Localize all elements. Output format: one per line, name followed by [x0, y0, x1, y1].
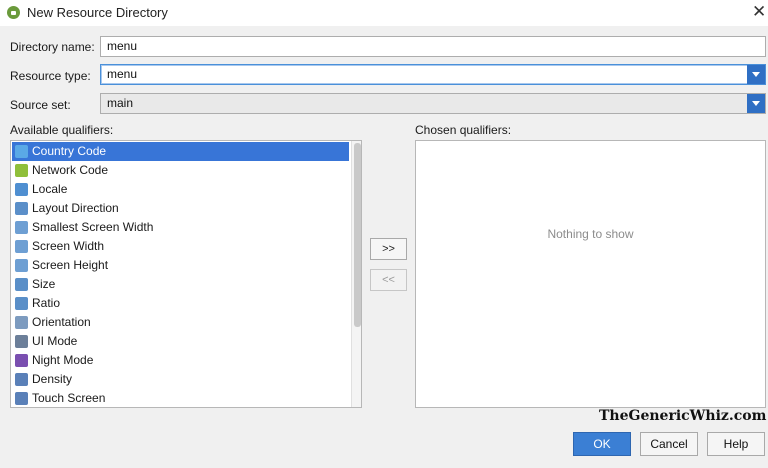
screen-width-icon — [15, 240, 28, 253]
size-icon — [15, 278, 28, 291]
list-item-label: Size — [32, 277, 56, 291]
list-item[interactable]: Layout Direction — [12, 199, 349, 218]
scrollbar-thumb[interactable] — [354, 143, 361, 327]
directory-name-input[interactable]: menu — [100, 36, 766, 57]
list-item-label: Locale — [32, 182, 68, 196]
list-item-label: Density — [32, 372, 73, 386]
list-item[interactable]: Screen Height — [12, 256, 349, 275]
add-qualifier-button[interactable]: >> — [370, 238, 407, 260]
smallest-width-icon — [15, 221, 28, 234]
empty-state-text: Nothing to show — [547, 227, 634, 241]
close-icon[interactable]: ✕ — [752, 2, 766, 22]
watermark-text: TheGenericWhiz.com — [599, 408, 767, 424]
list-item-label: Smallest Screen Width — [32, 220, 154, 234]
locale-icon — [15, 183, 28, 196]
chevron-down-icon[interactable] — [747, 94, 765, 113]
android-studio-icon — [7, 6, 20, 19]
list-item[interactable]: Country Code — [12, 142, 349, 161]
ok-button[interactable]: OK — [573, 432, 631, 456]
country-code-icon — [15, 145, 28, 158]
list-item[interactable]: Night Mode — [12, 351, 349, 370]
window-title: New Resource Directory — [27, 5, 168, 20]
list-item-label: UI Mode — [32, 334, 78, 348]
list-item-label: Network Code — [32, 163, 109, 177]
touch-screen-icon — [15, 392, 28, 405]
list-item[interactable]: Density — [12, 370, 349, 389]
list-item[interactable]: Ratio — [12, 294, 349, 313]
list-item[interactable]: Network Code — [12, 161, 349, 180]
resource-type-value: menu — [107, 67, 138, 81]
night-mode-icon — [15, 354, 28, 367]
list-item-label: Touch Screen — [32, 391, 106, 405]
resource-type-label: Resource type: — [10, 69, 91, 83]
network-code-icon — [15, 164, 28, 177]
list-item[interactable]: Screen Width — [12, 237, 349, 256]
chosen-qualifiers-list[interactable]: Nothing to show — [415, 140, 766, 408]
directory-name-label: Directory name: — [10, 40, 95, 54]
source-set-label: Source set: — [10, 98, 71, 112]
list-item-label: Screen Width — [32, 239, 105, 253]
list-item[interactable]: Orientation — [12, 313, 349, 332]
resource-type-select[interactable]: menu — [100, 64, 766, 85]
source-set-value: main — [107, 96, 134, 110]
list-item[interactable]: UI Mode — [12, 332, 349, 351]
density-icon — [15, 373, 28, 386]
list-item-label: Night Mode — [32, 353, 94, 367]
list-item-label: Country Code — [32, 144, 107, 158]
orientation-icon — [15, 316, 28, 329]
list-item-label: Layout Direction — [32, 201, 119, 215]
chevron-down-icon[interactable] — [747, 65, 765, 84]
list-item[interactable]: Smallest Screen Width — [12, 218, 349, 237]
list-item-label: Orientation — [32, 315, 91, 329]
layout-direction-icon — [15, 202, 28, 215]
screen-height-icon — [15, 259, 28, 272]
source-set-select[interactable]: main — [100, 93, 766, 114]
title-bar: New Resource Directory ✕ — [0, 0, 768, 26]
chosen-qualifiers-label: Chosen qualifiers: — [415, 123, 512, 137]
list-item[interactable]: Size — [12, 275, 349, 294]
cancel-button[interactable]: Cancel — [640, 432, 698, 456]
available-qualifiers-list[interactable]: Country Code Network Code Locale Layout Dir… — [10, 140, 362, 408]
available-qualifiers-label: Available qualifiers: — [10, 123, 114, 137]
list-scrollbar[interactable] — [351, 141, 361, 407]
list-item[interactable]: Locale — [12, 180, 349, 199]
ratio-icon — [15, 297, 28, 310]
remove-qualifier-button[interactable]: << — [370, 269, 407, 291]
help-button[interactable]: Help — [707, 432, 765, 456]
list-item-label: Ratio — [32, 296, 61, 310]
ui-mode-icon — [15, 335, 28, 348]
list-item-label: Screen Height — [32, 258, 109, 272]
list-item[interactable]: Touch Screen — [12, 389, 349, 407]
